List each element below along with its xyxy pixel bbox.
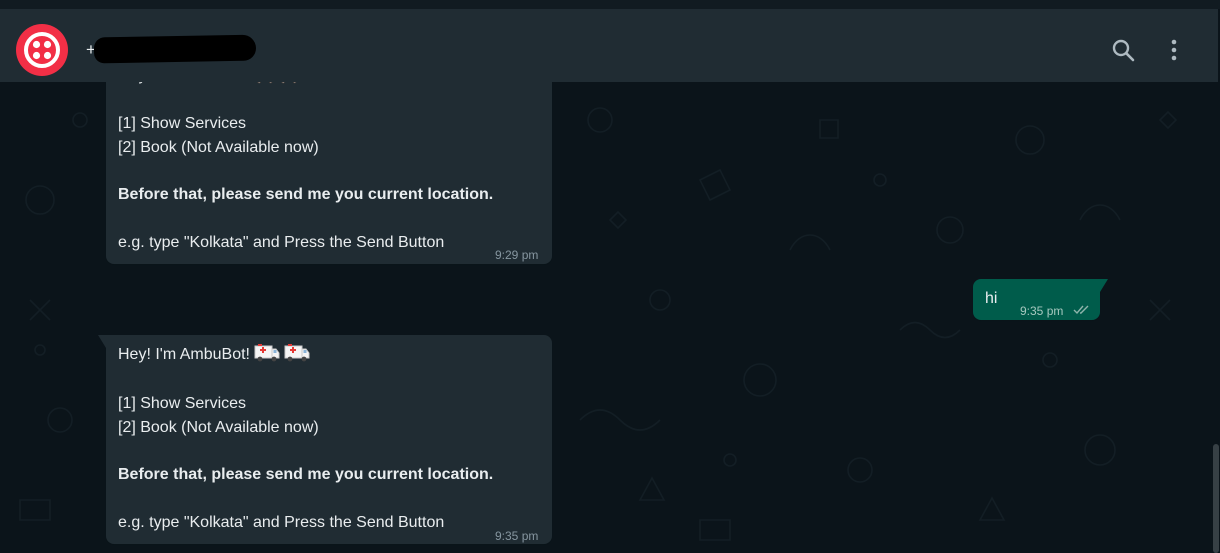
search-icon[interactable] <box>1106 33 1140 67</box>
incoming-message: Hey! I'm AmbuBot! [1] Show Services [2] … <box>98 335 552 544</box>
message-line: [2] Book (Not Available now) <box>118 139 319 156</box>
message-line: e.g. type "Kolkata" and Press the Send B… <box>118 234 445 251</box>
bubble-tail <box>98 335 106 348</box>
ambulance-icon <box>284 343 310 371</box>
incoming-message: Hey! I'm AmbuBot! 🚑 🚑 [1] Show Services … <box>98 54 552 264</box>
message-timestamp: 9:35 pm <box>1020 304 1064 318</box>
outgoing-message: hi 9:35 pm <box>973 279 1108 320</box>
contact-name[interactable]: + <box>86 34 257 70</box>
scrollbar-thumb[interactable] <box>1213 444 1219 553</box>
whatsapp-web-chat: Hey! I'm AmbuBot! 🚑 🚑 [1] Show Services … <box>0 0 1220 553</box>
message-line: [1] Show Services <box>118 115 247 132</box>
message-greeting: Hey! I'm AmbuBot! <box>118 343 310 371</box>
message-line-bold: Before that, please send me you current … <box>118 186 494 203</box>
scrollbar[interactable] <box>1212 82 1220 553</box>
redaction-mark <box>93 34 257 64</box>
message-line: [1] Show Services <box>118 395 247 412</box>
chat-header[interactable]: + <box>0 9 1218 82</box>
message-line-bold: Before that, please send me you current … <box>118 466 494 483</box>
bubble-tail <box>1100 279 1108 292</box>
message-line: [2] Book (Not Available now) <box>118 419 319 436</box>
double-check-icon <box>1073 300 1091 324</box>
ambulance-icon <box>254 343 280 371</box>
message-text: hi <box>985 290 998 307</box>
more-vertical-icon[interactable] <box>1157 33 1191 67</box>
avatar[interactable] <box>16 24 68 76</box>
message-line: e.g. type "Kolkata" and Press the Send B… <box>118 514 445 531</box>
greeting-text: Hey! I'm AmbuBot! <box>118 346 250 363</box>
message-list[interactable]: Hey! I'm AmbuBot! 🚑 🚑 [1] Show Services … <box>0 0 1220 553</box>
message-timestamp: 9:29 pm <box>495 248 539 262</box>
message-timestamp: 9:35 pm <box>495 529 539 543</box>
